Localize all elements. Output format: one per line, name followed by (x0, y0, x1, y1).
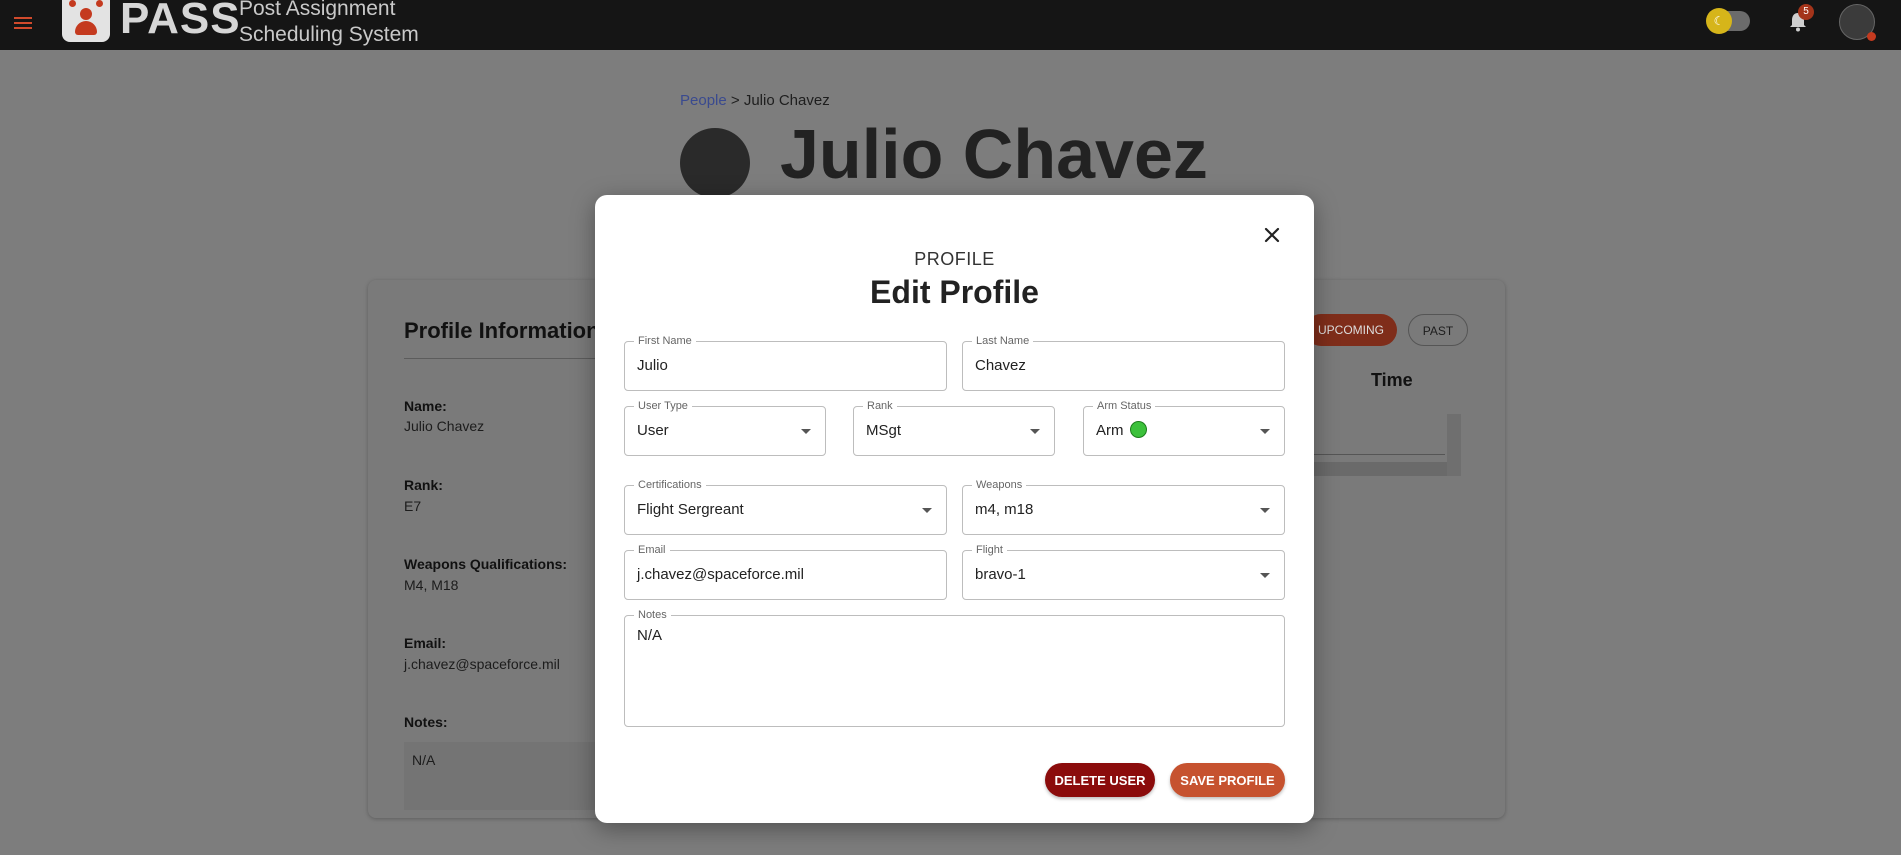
arm-status-select[interactable]: Arm Status Arm (1083, 399, 1285, 456)
user-type-select[interactable]: User Type User (624, 399, 826, 456)
brand-name: PASS (120, 0, 241, 43)
pass-logo[interactable] (62, 0, 110, 42)
notes-value: N/A (637, 627, 663, 644)
last-name-value: Chavez (975, 357, 1026, 374)
email-value: j.chavez@spaceforce.mil (637, 566, 804, 583)
arm-status-indicator-icon (1129, 421, 1147, 438)
notes-textarea[interactable]: Notes N/A (624, 608, 1285, 727)
brand-subtitle: Post Assignment Scheduling System (239, 0, 419, 48)
edit-profile-modal: PROFILE Edit Profile First Name Julio La… (595, 195, 1314, 823)
certifications-select[interactable]: Certifications Flight Sergreant (624, 478, 947, 535)
top-bar: PASS Post Assignment Scheduling System ☾… (0, 0, 1901, 50)
chevron-down-icon (1260, 429, 1270, 434)
notes-label: Notes (634, 608, 671, 622)
save-profile-button[interactable]: SAVE PROFILE (1170, 763, 1285, 797)
notification-badge: 5 (1798, 4, 1814, 20)
certifications-value: Flight Sergreant (637, 501, 744, 518)
delete-user-button[interactable]: DELETE USER (1045, 763, 1155, 797)
modal-title: Edit Profile (870, 274, 1039, 310)
modal-eyebrow: PROFILE (914, 249, 995, 269)
chevron-down-icon (1260, 508, 1270, 513)
arm-status-value-wrap: Arm (1096, 407, 1147, 455)
chevron-down-icon (922, 508, 932, 513)
theme-toggle[interactable]: ☾ (1706, 8, 1750, 34)
flight-value: bravo-1 (975, 566, 1026, 583)
brand-subtitle-line1: Post Assignment (239, 0, 396, 20)
close-icon[interactable] (1260, 223, 1284, 247)
weapons-value: m4, m18 (975, 501, 1034, 518)
rank-value: MSgt (866, 422, 902, 439)
moon-icon: ☾ (1706, 8, 1732, 34)
status-dot (1867, 32, 1876, 41)
chevron-down-icon (1030, 429, 1040, 434)
last-name-field[interactable]: Last Name Chavez (962, 334, 1285, 391)
first-name-field[interactable]: First Name Julio (624, 334, 947, 391)
modal-overlay: PROFILE Edit Profile First Name Julio La… (0, 50, 1901, 855)
user-type-value: User (637, 422, 669, 439)
hamburger-menu-icon[interactable] (14, 14, 32, 30)
first-name-value: Julio (637, 357, 668, 374)
chevron-down-icon (801, 429, 811, 434)
flight-select[interactable]: Flight bravo-1 (962, 543, 1285, 600)
rank-select[interactable]: Rank MSgt (853, 399, 1055, 456)
arm-status-value: Arm (1096, 422, 1124, 439)
email-field[interactable]: Email j.chavez@spaceforce.mil (624, 543, 947, 600)
user-avatar[interactable] (1839, 4, 1876, 41)
chevron-down-icon (1260, 573, 1270, 578)
brand-subtitle-line2: Scheduling System (239, 23, 419, 46)
weapons-select[interactable]: Weapons m4, m18 (962, 478, 1285, 535)
